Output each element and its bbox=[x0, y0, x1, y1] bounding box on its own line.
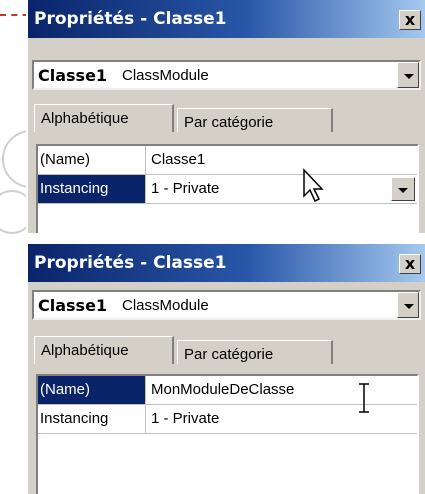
object-name: Classe1 bbox=[38, 296, 108, 315]
tab-alphabetique[interactable]: Alphabétique bbox=[34, 336, 174, 364]
property-name: Instancing bbox=[38, 405, 146, 433]
tab-par-categorie[interactable]: Par catégorie bbox=[177, 340, 333, 364]
object-selector[interactable]: Classe1 ClassModule bbox=[32, 60, 421, 90]
text-cursor-icon bbox=[359, 383, 369, 413]
chevron-down-icon[interactable] bbox=[397, 62, 419, 88]
property-name: (Name) bbox=[38, 146, 146, 174]
property-value[interactable]: 1 - Private bbox=[147, 405, 417, 433]
property-value[interactable]: Classe1 bbox=[147, 146, 417, 174]
close-button[interactable]: x bbox=[399, 254, 421, 274]
object-type: ClassModule bbox=[122, 297, 209, 314]
property-value[interactable]: MonModuleDeClasse bbox=[147, 376, 417, 404]
property-row[interactable]: (Name) Classe1 bbox=[38, 146, 417, 175]
object-type: ClassModule bbox=[122, 67, 209, 84]
title-bar: Propriétés - Classe1 x bbox=[28, 244, 425, 282]
close-button[interactable]: x bbox=[399, 10, 421, 30]
property-grid: (Name) Classe1 Instancing 1 - Private bbox=[36, 144, 419, 233]
chevron-down-icon[interactable] bbox=[397, 292, 419, 318]
property-name: Instancing bbox=[38, 175, 146, 203]
tab-alphabetique[interactable]: Alphabétique bbox=[34, 104, 174, 132]
property-value[interactable]: 1 - Private bbox=[147, 175, 417, 203]
arrow-cursor-icon bbox=[303, 168, 324, 203]
tab-par-categorie[interactable]: Par catégorie bbox=[177, 108, 333, 132]
property-name: (Name) bbox=[38, 376, 146, 404]
chevron-down-icon[interactable] bbox=[391, 177, 415, 201]
properties-window: Propriétés - Classe1 x Classe1 ClassModu… bbox=[26, 0, 425, 233]
property-row[interactable]: Instancing 1 - Private bbox=[38, 175, 417, 204]
object-selector[interactable]: Classe1 ClassModule bbox=[32, 290, 421, 320]
title-bar: Propriétés - Classe1 x bbox=[28, 0, 425, 38]
object-name: Classe1 bbox=[38, 66, 108, 85]
properties-window: Propriétés - Classe1 x Classe1 ClassModu… bbox=[26, 244, 425, 494]
window-title: Propriétés - Classe1 bbox=[34, 253, 227, 273]
window-title: Propriétés - Classe1 bbox=[34, 9, 227, 29]
